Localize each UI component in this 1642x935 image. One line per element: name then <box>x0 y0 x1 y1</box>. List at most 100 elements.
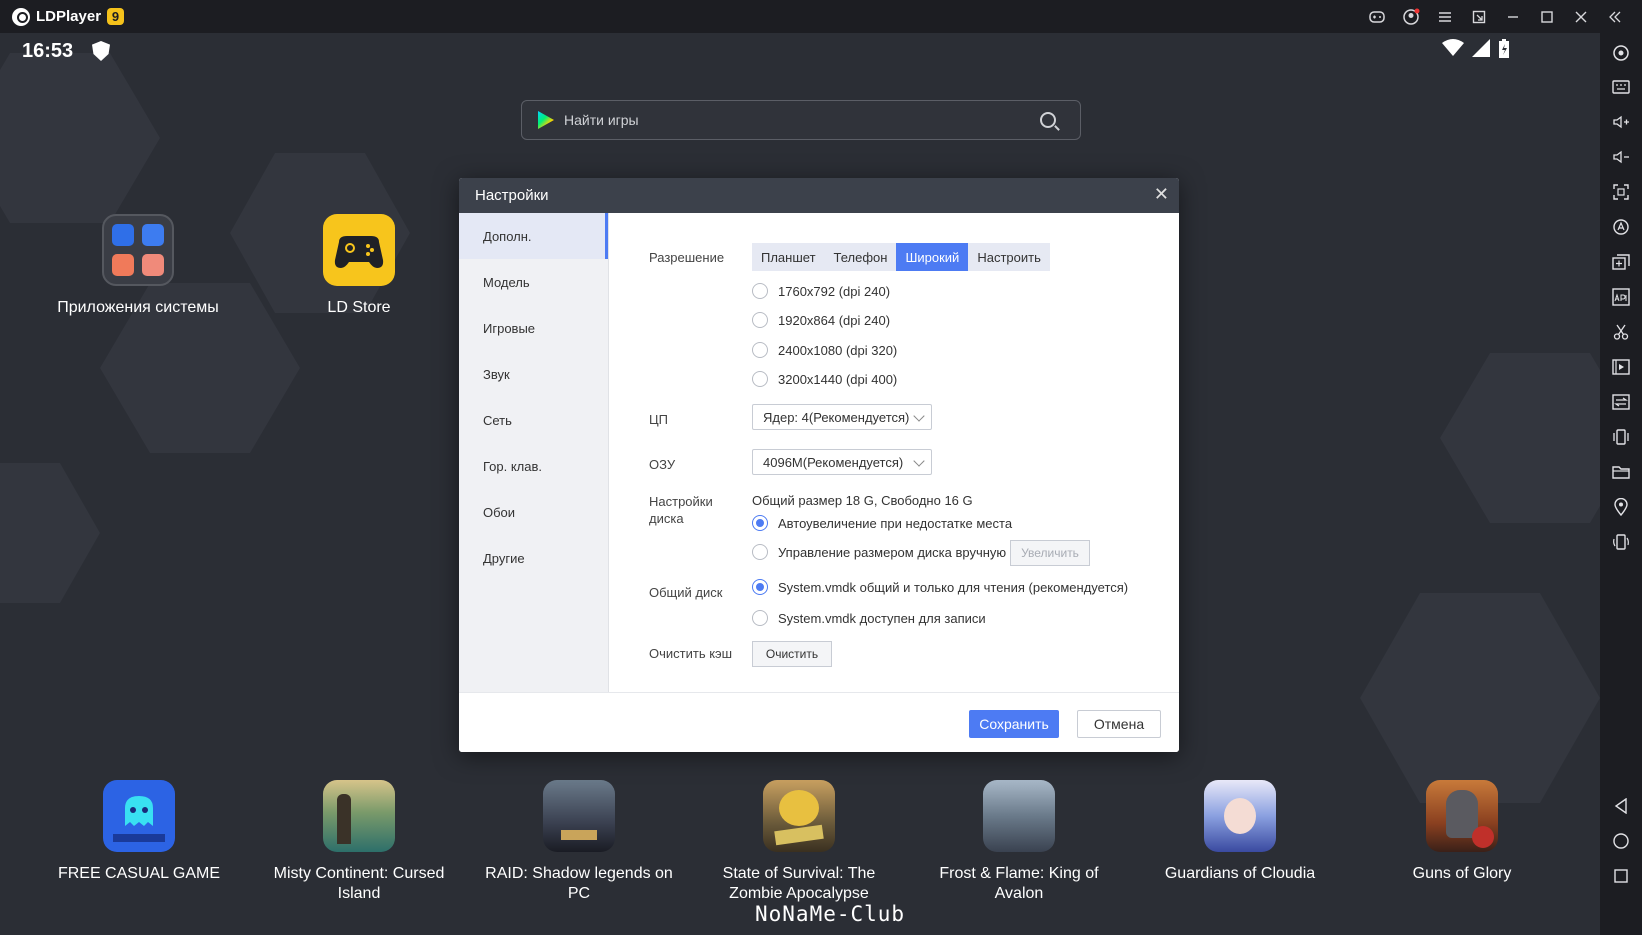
nav-item-hotkeys[interactable]: Гор. клав. <box>459 443 608 489</box>
app-label: RAID: Shadow legends on PC <box>485 865 673 902</box>
back-icon[interactable] <box>1600 790 1642 822</box>
cpu-select[interactable]: Ядер: 4(Рекомендуется) <box>752 404 932 430</box>
collapse-sidebar-icon[interactable] <box>1598 0 1632 33</box>
expand-disk-button[interactable]: Увеличить <box>1010 540 1090 566</box>
radio-button[interactable] <box>752 312 768 328</box>
video-record-icon[interactable] <box>1600 351 1642 383</box>
app-raid-shadow-legends[interactable]: RAID: Shadow legends on PC <box>479 780 679 904</box>
app-frost-and-flame[interactable]: Frost & Flame: King of Avalon <box>919 780 1119 904</box>
app-ld-store[interactable]: LD Store <box>259 214 459 318</box>
app-misty-continent[interactable]: Misty Continent: Cursed Island <box>259 780 459 904</box>
app-name: LDPlayer <box>36 8 102 25</box>
radio-button[interactable] <box>752 342 768 358</box>
dialog-close-icon[interactable]: ✕ <box>1154 184 1169 205</box>
radio-label: Управление размером диска вручную <box>778 544 1007 560</box>
close-icon[interactable] <box>1564 0 1598 33</box>
resolution-option[interactable]: 2400x1080 (dpi 320) <box>752 342 897 358</box>
multi-instance-icon[interactable] <box>1600 246 1642 278</box>
radio-button[interactable] <box>752 610 768 626</box>
game-search-bar[interactable]: Найти игры <box>521 100 1081 140</box>
app-logo: LDPlayer 9 <box>12 7 125 26</box>
nav-item-advanced[interactable]: Дополн. <box>459 213 608 259</box>
resolution-option[interactable]: 1920x864 (dpi 240) <box>752 312 890 328</box>
tab-phone[interactable]: Телефон <box>825 243 897 271</box>
disk-manual-option[interactable]: Управление размером диска вручную <box>752 544 1006 560</box>
clear-cache-button[interactable]: Очистить <box>752 641 832 667</box>
resolution-option[interactable]: 3200x1440 (dpi 400) <box>752 371 897 387</box>
minimize-icon[interactable] <box>1496 0 1530 33</box>
shared-readonly-option[interactable]: System.vmdk общий и только для чтения (р… <box>752 579 1128 595</box>
popout-icon[interactable] <box>1462 0 1496 33</box>
ldplayer-logo-icon <box>12 7 30 26</box>
volume-up-icon[interactable] <box>1600 106 1642 138</box>
status-bar: 16:53 <box>0 33 1600 71</box>
radio-label: Автоувеличение при недостатке места <box>778 515 1013 531</box>
resolution-label: Разрешение <box>649 250 725 265</box>
recent-apps-icon[interactable] <box>1600 860 1642 892</box>
radio-button[interactable] <box>752 371 768 387</box>
apk-install-icon[interactable] <box>1600 281 1642 313</box>
nav-item-network[interactable]: Сеть <box>459 397 608 443</box>
tab-tablet[interactable]: Планшет <box>752 243 825 271</box>
account-icon[interactable] <box>1394 0 1428 33</box>
rotate-icon[interactable] <box>1600 526 1642 558</box>
cpu-select-value: Ядер: 4(Рекомендуется) <box>763 409 910 425</box>
save-button[interactable]: Сохранить <box>969 710 1059 738</box>
kokogamer-icon <box>103 780 175 852</box>
settings-gear-icon[interactable] <box>1600 37 1642 69</box>
keyboard-icon[interactable] <box>1600 71 1642 103</box>
background-hexagon <box>0 463 100 603</box>
app-guns-of-glory[interactable]: Guns of Glory <box>1362 780 1562 884</box>
shield-icon <box>92 41 110 61</box>
disk-label-line-2: диска <box>649 511 684 526</box>
app-free-casual-game[interactable]: FREE CASUAL GAME <box>39 780 239 884</box>
ld-store-icon <box>323 214 395 286</box>
radio-button[interactable] <box>752 544 768 560</box>
ram-select-value: 4096M(Рекомендуется) <box>763 454 904 470</box>
fullscreen-icon[interactable] <box>1600 176 1642 208</box>
radio-button[interactable] <box>752 579 768 595</box>
sync-icon[interactable] <box>1600 386 1642 418</box>
radio-label: 1760x792 (dpi 240) <box>778 283 891 299</box>
watermark-text: NoNaMe-Club <box>755 902 906 926</box>
nav-item-game[interactable]: Игровые <box>459 305 608 351</box>
state-of-survival-icon <box>763 780 835 852</box>
cpu-label: ЦП <box>649 412 668 427</box>
tab-wide[interactable]: Широкий <box>896 243 969 271</box>
auto-click-icon[interactable] <box>1600 211 1642 243</box>
shared-writable-option[interactable]: System.vmdk доступен для записи <box>752 610 986 626</box>
tab-custom[interactable]: Настроить <box>968 243 1050 271</box>
menu-icon[interactable] <box>1428 0 1462 33</box>
radio-label: 1920x864 (dpi 240) <box>778 312 891 328</box>
app-state-of-survival[interactable]: State of Survival: The Zombie Apocalypse <box>699 780 899 904</box>
location-icon[interactable] <box>1600 491 1642 523</box>
ram-select[interactable]: 4096M(Рекомендуется) <box>752 449 932 475</box>
nav-item-sound[interactable]: Звук <box>459 351 608 397</box>
search-icon[interactable] <box>1040 112 1056 128</box>
nav-item-wallpaper[interactable]: Обои <box>459 489 608 535</box>
disk-auto-option[interactable]: Автоувеличение при недостатке места <box>752 515 1012 531</box>
maximize-icon[interactable] <box>1530 0 1564 33</box>
nav-item-model[interactable]: Модель <box>459 259 608 305</box>
app-guardians-of-cloudia[interactable]: Guardians of Cloudia <box>1140 780 1340 884</box>
shared-disk-label: Общий диск <box>649 585 723 600</box>
radio-button[interactable] <box>752 283 768 299</box>
volume-down-icon[interactable] <box>1600 141 1642 173</box>
home-icon[interactable] <box>1600 825 1642 857</box>
app-system-apps-folder[interactable]: Приложения системы <box>38 214 238 318</box>
nav-item-other[interactable]: Другие <box>459 535 608 581</box>
google-play-icon <box>538 111 554 129</box>
folder-icon[interactable] <box>1600 456 1642 488</box>
app-label: State of Survival: The Zombie Apocalypse <box>722 865 876 902</box>
emulator-toolbar <box>1600 33 1642 935</box>
search-input[interactable]: Найти игры <box>564 112 1040 128</box>
frost-and-flame-icon <box>983 780 1055 852</box>
radio-button[interactable] <box>752 515 768 531</box>
gamepad-icon[interactable] <box>1360 0 1394 33</box>
shake-icon[interactable] <box>1600 421 1642 453</box>
scissors-icon[interactable] <box>1600 316 1642 348</box>
resolution-option[interactable]: 1760x792 (dpi 240) <box>752 283 890 299</box>
cancel-button[interactable]: Отмена <box>1077 710 1161 738</box>
misty-continent-icon <box>323 780 395 852</box>
raid-shadow-legends-icon <box>543 780 615 852</box>
